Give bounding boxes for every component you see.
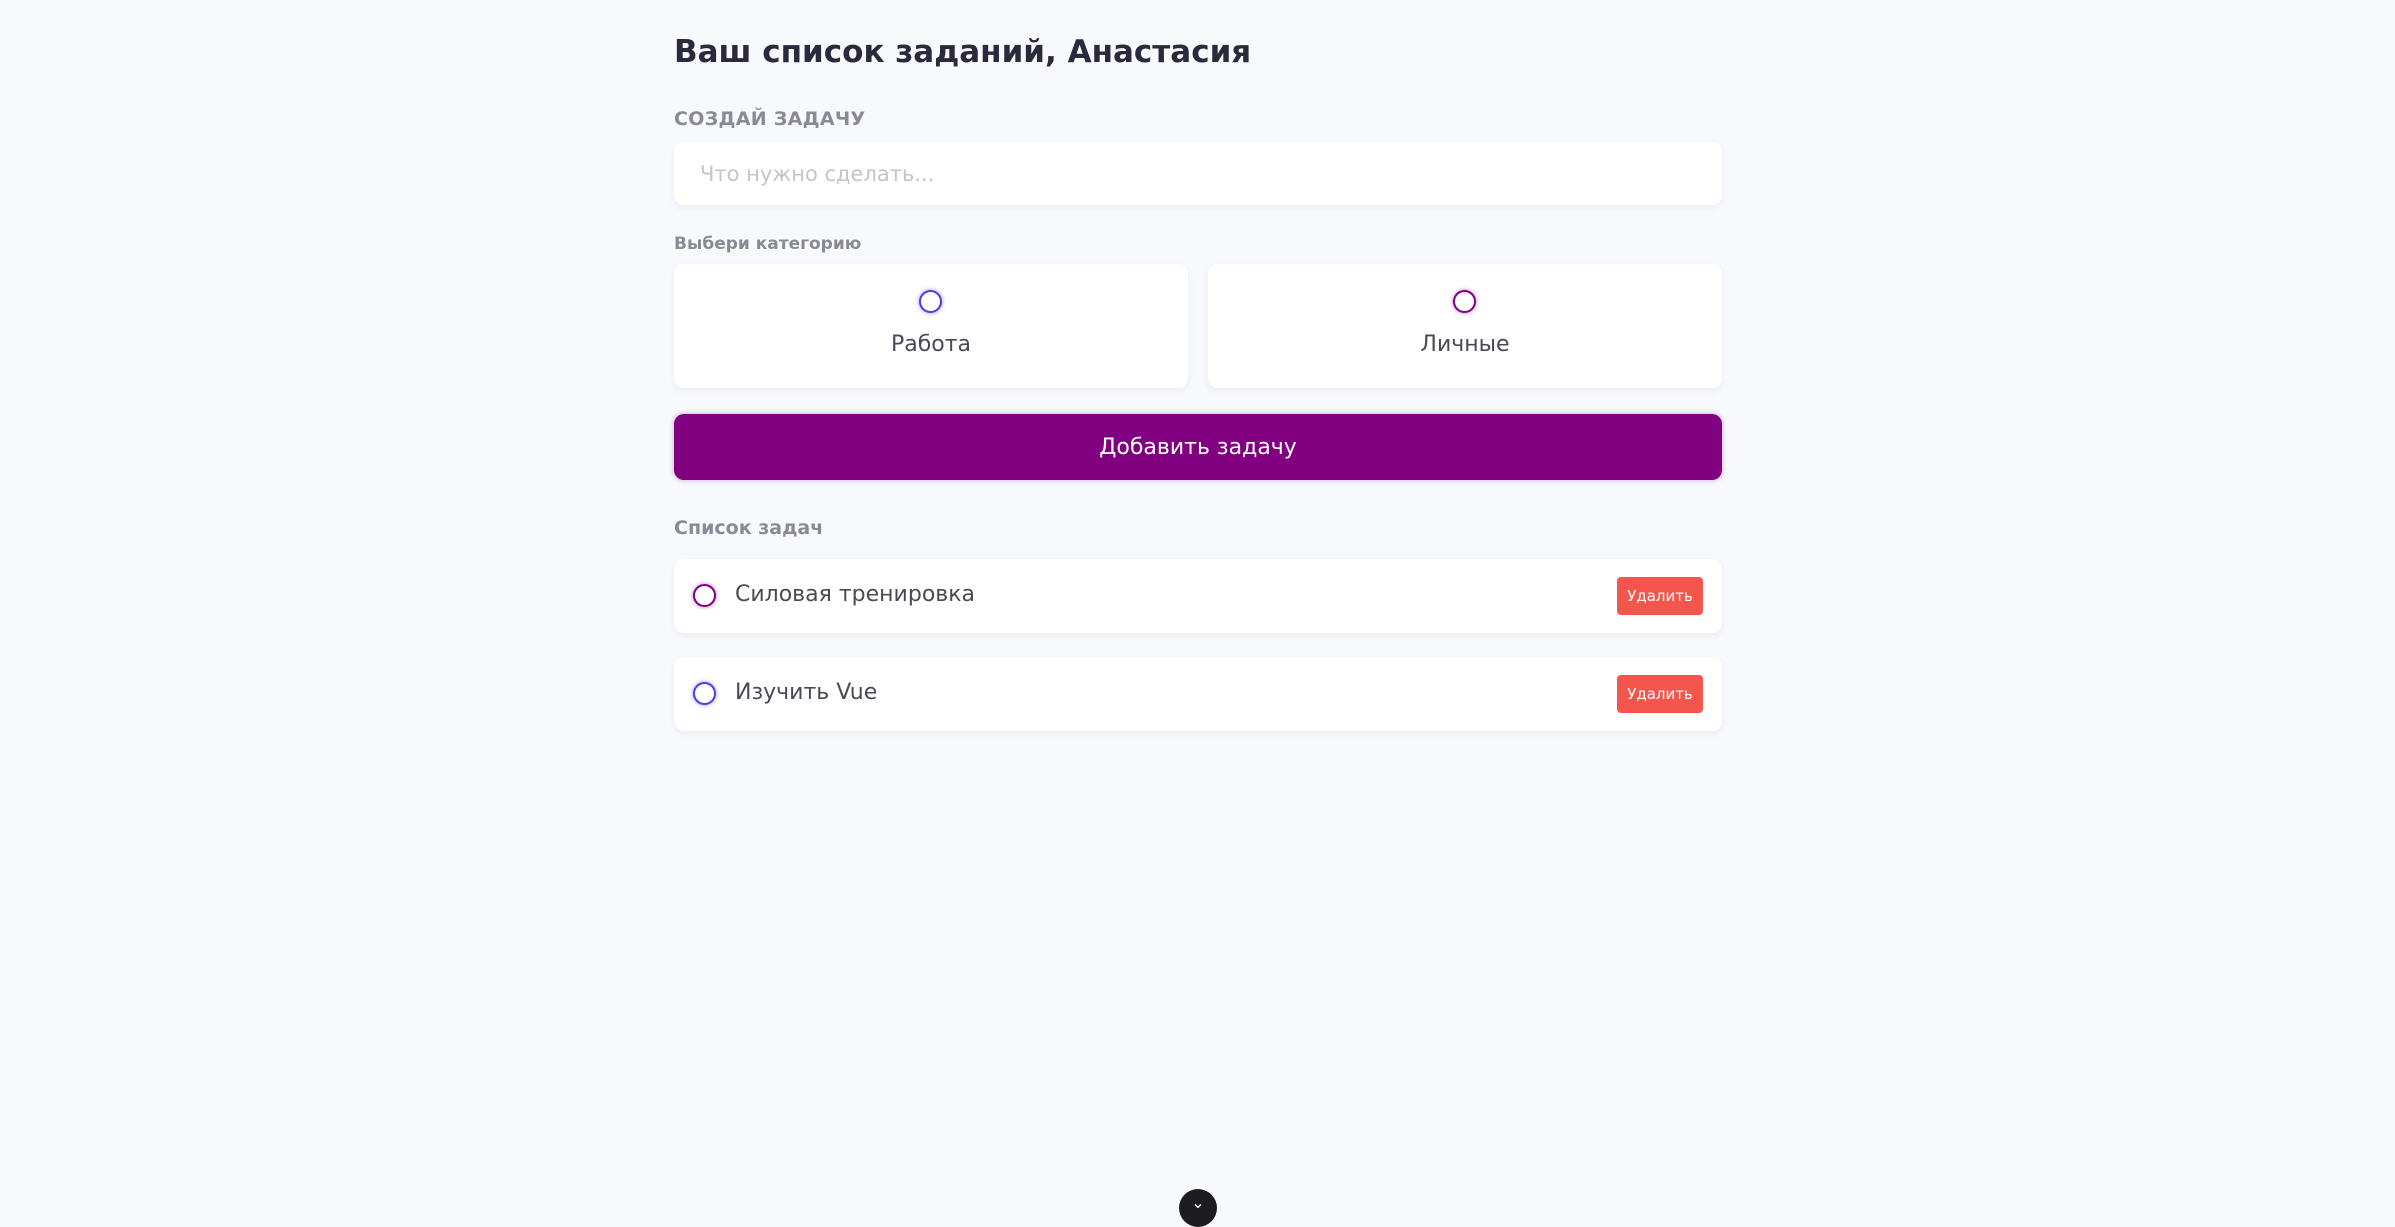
category-radio-work[interactable] (919, 290, 942, 313)
delete-button[interactable]: Удалить (1617, 577, 1703, 615)
category-option-personal[interactable]: Личные (1208, 264, 1722, 388)
todo-checkbox[interactable] (693, 584, 716, 607)
todo-list-label: Список задач (674, 517, 824, 539)
todo-item: Изучить Vue Удалить (674, 657, 1722, 731)
add-task-button[interactable]: Добавить задачу (674, 414, 1722, 480)
chevron-down-icon[interactable]: ⌄ (1179, 1189, 1217, 1227)
category-label: Выбери категорию (674, 234, 862, 254)
todo-checkbox[interactable] (693, 682, 716, 705)
task-input[interactable] (674, 142, 1722, 205)
todo-text[interactable]: Силовая тренировка (735, 582, 975, 607)
delete-button[interactable]: Удалить (1617, 675, 1703, 713)
page-title: Ваш список заданий, Анастасия (674, 34, 1252, 70)
category-radio-personal[interactable] (1453, 290, 1476, 313)
category-option-label: Работа (890, 332, 972, 357)
todo-text[interactable]: Изучить Vue (735, 680, 877, 705)
category-option-work[interactable]: Работа (674, 264, 1188, 388)
create-task-label: СОЗДАЙ ЗАДАЧУ (674, 108, 866, 130)
category-option-label: Личные (1420, 332, 1510, 357)
todo-item: Силовая тренировка Удалить (674, 559, 1722, 633)
